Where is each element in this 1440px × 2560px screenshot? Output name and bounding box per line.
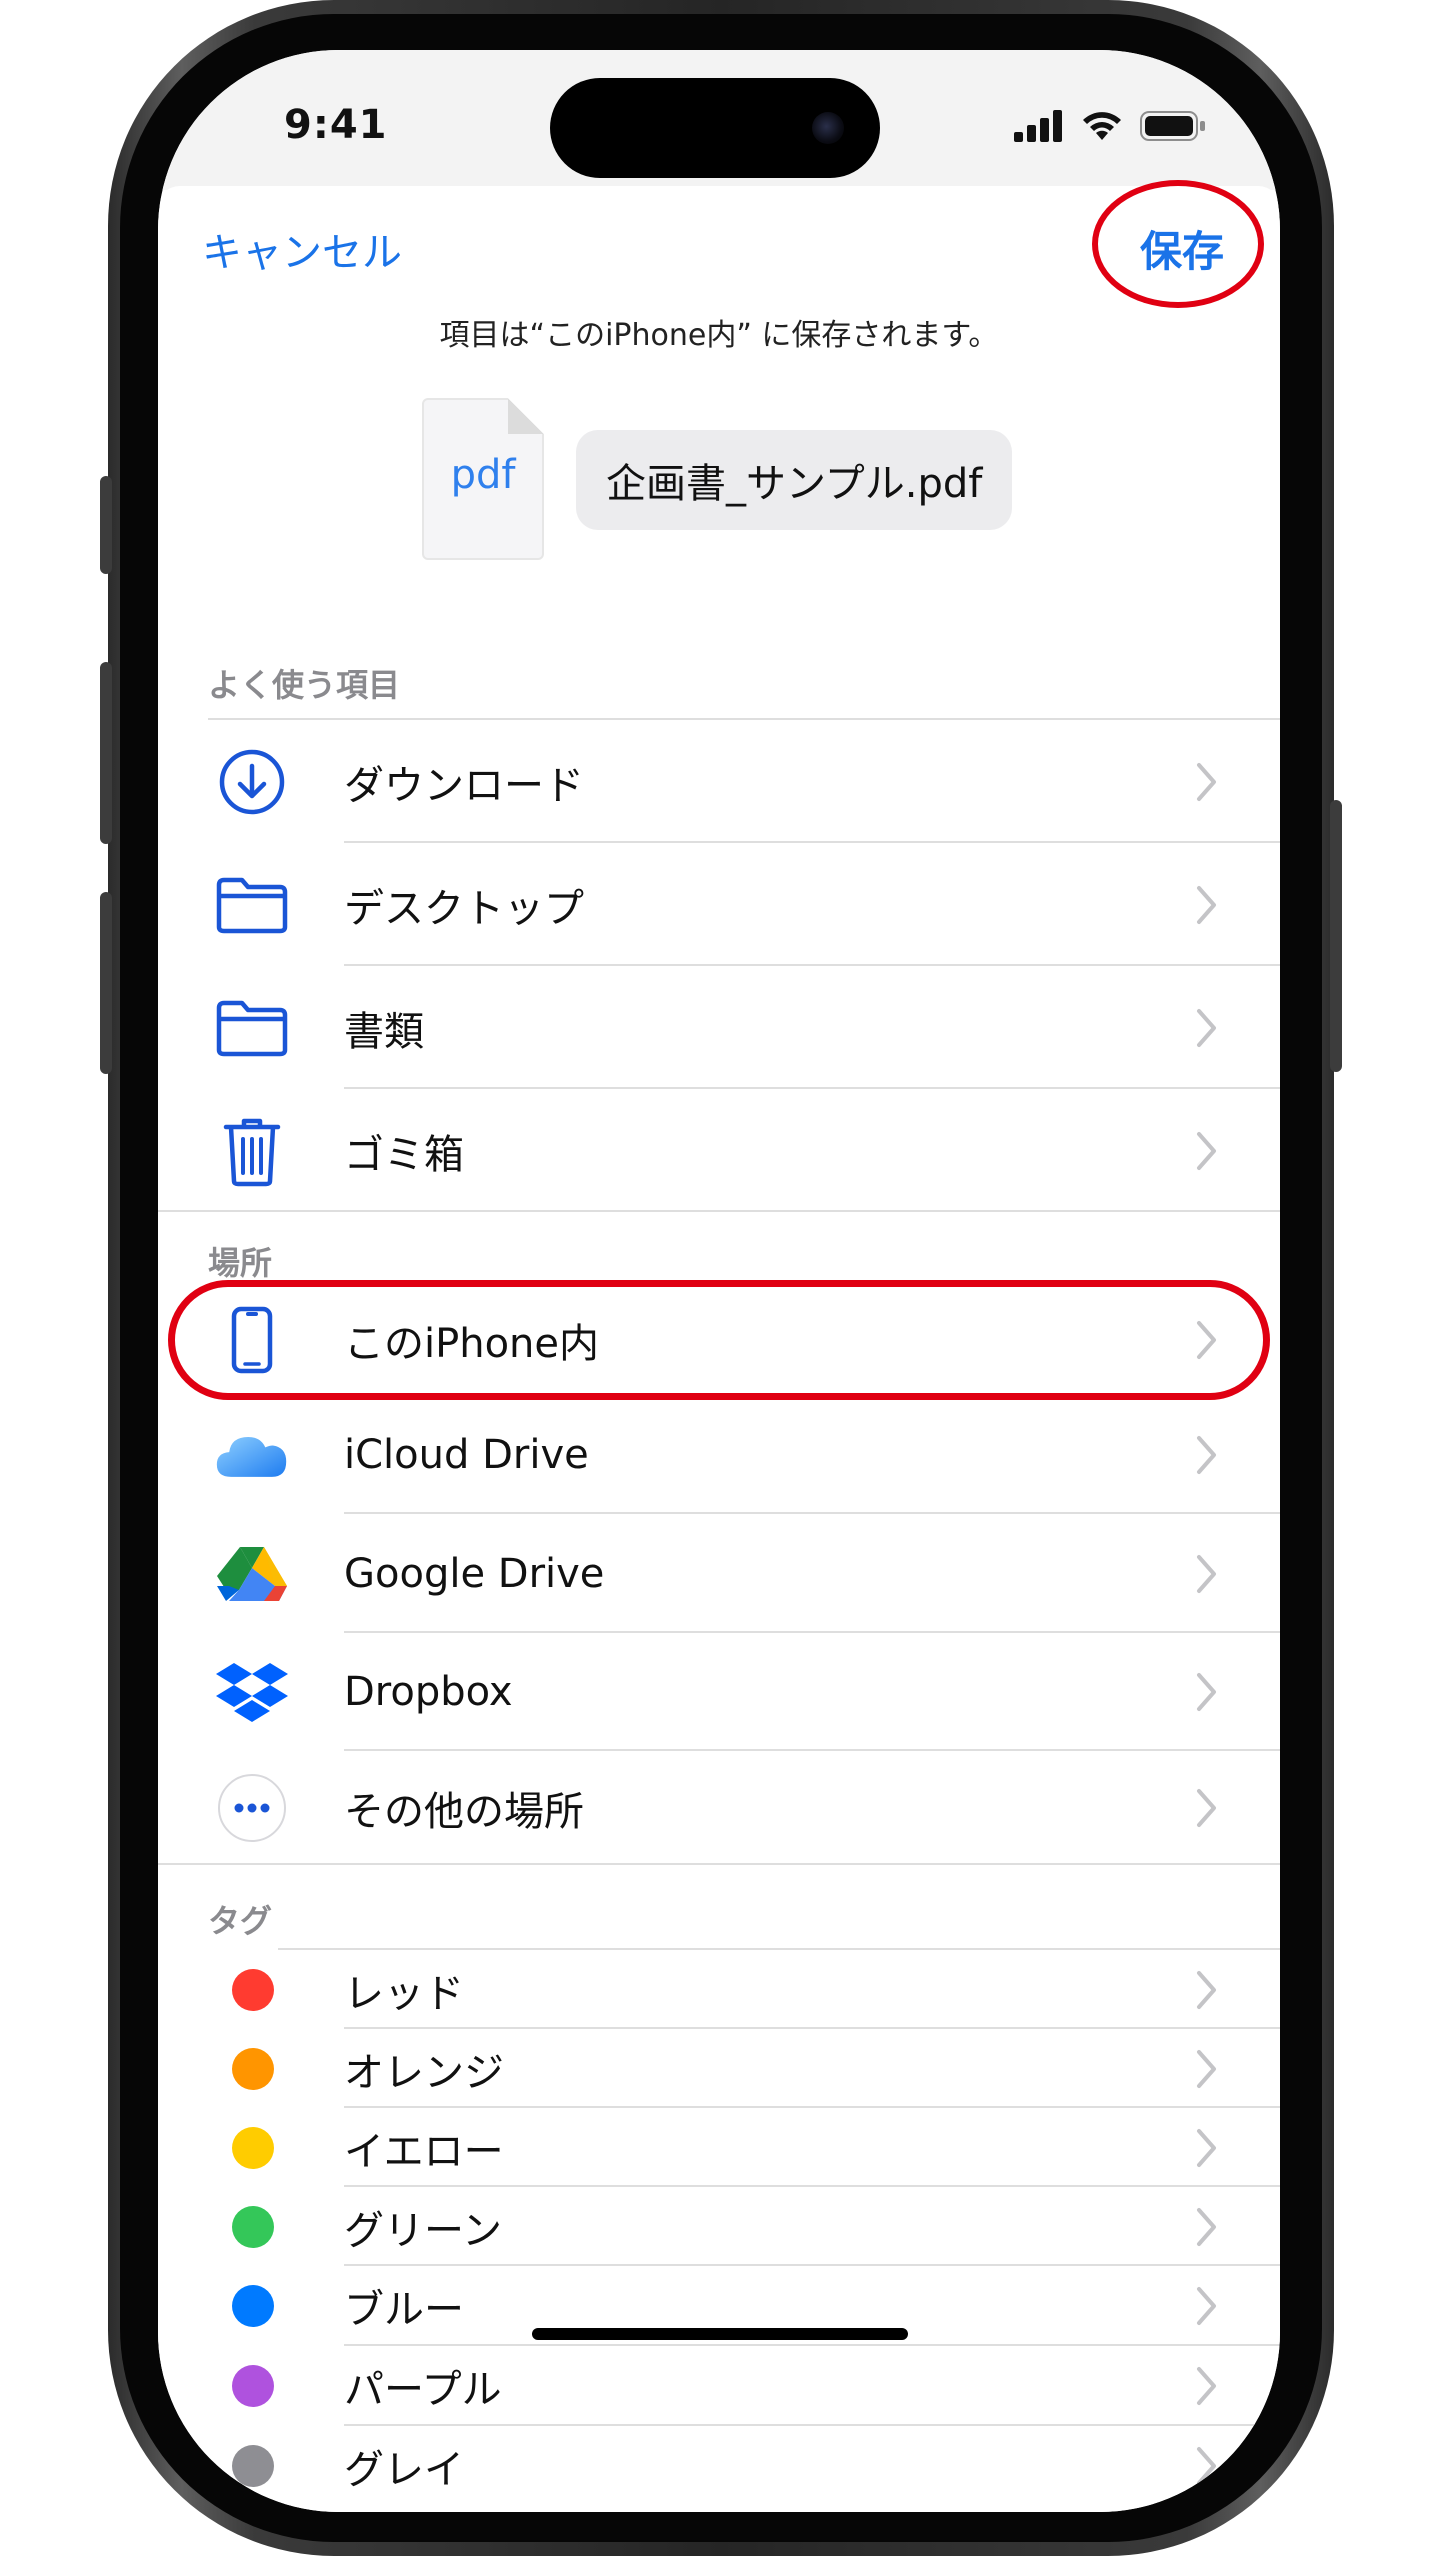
chevron-right-icon	[1197, 1673, 1216, 1711]
save-location-note: 項目は“このiPhone内” に保存されます。	[439, 318, 999, 353]
row-label: Google Drive	[344, 1550, 605, 1597]
chevron-right-icon	[1197, 1131, 1216, 1170]
tag-item-purple[interactable]: パープル	[158, 2346, 1280, 2426]
row-label: グレイ	[344, 2447, 464, 2493]
tag-color-dot	[232, 2365, 274, 2407]
chevron-right-icon	[1197, 2128, 1216, 2167]
chevron-right-icon	[1197, 885, 1216, 924]
row-label: イエロー	[344, 2128, 504, 2175]
row-label: デスクトップ	[344, 885, 584, 932]
chevron-right-icon	[1197, 1554, 1216, 1593]
row-label: ダウンロード	[344, 762, 584, 809]
row-label: 書類	[344, 1008, 424, 1055]
status-bar: 9:41	[158, 50, 1280, 190]
more-icon	[214, 1770, 290, 1846]
iphone-location-highlight-circle	[168, 1280, 1270, 1400]
folder-icon	[214, 990, 290, 1066]
dynamic-island	[550, 78, 880, 178]
tag-item-green[interactable]: グリーン	[158, 2187, 1280, 2266]
favorite-item-desktop[interactable]: デスクトップ	[158, 843, 1280, 966]
volume-up-button	[100, 662, 112, 844]
row-label: レッド	[344, 1970, 464, 2017]
tag-item-gray[interactable]: グレイ	[158, 2426, 1280, 2506]
power-button	[1330, 800, 1342, 1072]
folder-icon	[214, 867, 290, 943]
status-icons	[1014, 108, 1206, 144]
chevron-right-icon	[1197, 2207, 1216, 2246]
pdf-file-icon: pdf	[422, 398, 544, 560]
chevron-right-icon	[1197, 2049, 1216, 2088]
row-label: グリーン	[344, 2207, 502, 2254]
chevron-right-icon	[1197, 2447, 1216, 2485]
row-label: iCloud Drive	[344, 1432, 589, 1478]
tag-color-dot	[232, 2126, 274, 2169]
favorite-item-trash[interactable]: ゴミ箱	[158, 1089, 1280, 1212]
save-highlight-circle	[1092, 180, 1264, 308]
row-label: その他の場所	[344, 1789, 584, 1835]
tag-color-dot	[232, 1968, 274, 2011]
wifi-icon	[1083, 112, 1121, 140]
location-item-other-locations[interactable]: その他の場所	[158, 1751, 1280, 1865]
google-drive-icon	[214, 1536, 290, 1612]
tag-item-yellow[interactable]: イエロー	[158, 2108, 1280, 2187]
location-item-google-drive[interactable]: Google Drive	[158, 1514, 1280, 1633]
chevron-right-icon	[1197, 1436, 1216, 1474]
tag-color-dot	[232, 2445, 274, 2487]
chevron-right-icon	[1197, 762, 1216, 801]
row-label: Dropbox	[344, 1669, 513, 1715]
chevron-right-icon	[1197, 1008, 1216, 1047]
save-sheet: キャンセル 保存 項目は“このiPhone内” に保存されます。 pdf 企画書…	[158, 180, 1280, 2512]
favorite-item-documents[interactable]: 書類	[158, 966, 1280, 1089]
pdf-type-label: pdf	[450, 452, 516, 498]
cancel-button[interactable]: キャンセル	[202, 220, 402, 278]
section-heading-favorites: よく使う項目	[208, 666, 401, 704]
tag-color-dot	[232, 2285, 274, 2327]
row-label: パープル	[344, 2367, 502, 2413]
section-heading-tags: タグ	[208, 1902, 273, 1940]
favorite-item-downloads[interactable]: ダウンロード	[158, 720, 1280, 843]
filename-field[interactable]: 企画書_サンプル.pdf	[576, 430, 1013, 530]
tag-color-dot	[232, 2205, 274, 2248]
download-icon	[214, 744, 290, 820]
cellular-signal-icon	[1014, 110, 1062, 142]
front-camera	[812, 112, 844, 144]
tag-item-red[interactable]: レッド	[158, 1950, 1280, 2029]
tag-color-dot	[232, 2047, 274, 2090]
action-button	[100, 476, 112, 574]
screen: 9:41 キャンセル 保存 項目は“このiPhone内” に保存されます。 pd…	[158, 50, 1280, 2512]
location-item-icloud-drive[interactable]: iCloud Drive	[158, 1396, 1280, 1514]
section-heading-locations: 場所	[208, 1244, 273, 1282]
trash-icon	[214, 1113, 290, 1189]
home-indicator	[532, 2328, 908, 2340]
icloud-icon	[214, 1417, 290, 1493]
dropbox-icon	[214, 1654, 290, 1730]
chevron-right-icon	[1197, 1789, 1216, 1827]
row-label: オレンジ	[344, 2049, 504, 2096]
row-label: ゴミ箱	[344, 1131, 464, 1178]
chevron-right-icon	[1197, 2367, 1216, 2405]
row-label: ブルー	[344, 2287, 464, 2333]
status-time: 9:41	[284, 102, 388, 148]
location-item-dropbox[interactable]: Dropbox	[158, 1633, 1280, 1751]
chevron-right-icon	[1197, 1970, 1216, 2009]
battery-icon	[1140, 111, 1205, 141]
volume-down-button	[100, 892, 112, 1074]
chevron-right-icon	[1197, 2287, 1216, 2325]
tag-item-orange[interactable]: オレンジ	[158, 2029, 1280, 2108]
